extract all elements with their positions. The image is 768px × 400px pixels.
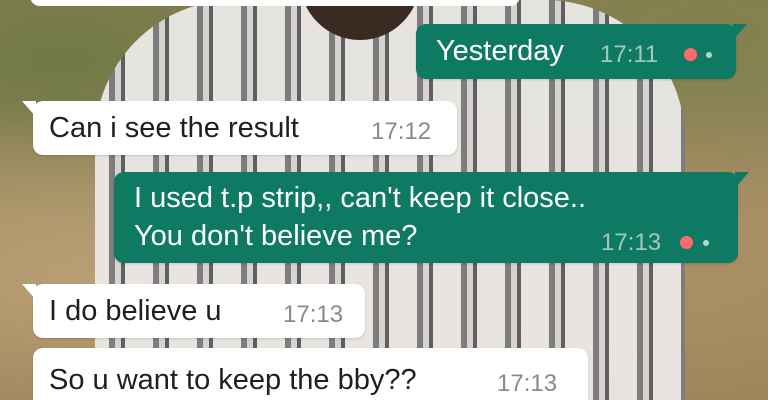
message-bubble-incoming[interactable]: So u want to keep the bby?? 17:13 bbox=[33, 348, 588, 400]
message-bubble-incoming[interactable]: Can i see the result 17:12 bbox=[22, 101, 457, 155]
bubble-tail bbox=[735, 172, 749, 188]
bubble-tail bbox=[22, 101, 36, 117]
message-time: 17:13 bbox=[601, 229, 662, 256]
bubble-tail bbox=[733, 24, 747, 40]
message-bubble-incoming[interactable]: I do believe u 17:13 bbox=[22, 284, 365, 338]
message-status-dot-icon bbox=[684, 48, 697, 61]
message-time: 17:12 bbox=[371, 118, 432, 145]
bubble-tail bbox=[22, 284, 36, 300]
message-status-mini-dot-icon bbox=[703, 240, 709, 246]
message-text: Can i see the result bbox=[49, 112, 299, 144]
message-status-dot-icon bbox=[680, 236, 693, 249]
message-bubble-outgoing[interactable]: Yesterday 17:11 bbox=[416, 24, 747, 79]
message-bubble-outgoing[interactable]: I used t.p strip,, can't keep it close..… bbox=[114, 172, 749, 263]
message-text: I do believe u bbox=[49, 295, 222, 327]
message-time: 17:13 bbox=[497, 370, 558, 397]
partial-message-bubble bbox=[30, 0, 520, 6]
message-text-line: I used t.p strip,, can't keep it close.. bbox=[134, 182, 587, 214]
message-time: 17:13 bbox=[283, 301, 344, 328]
message-time: 17:11 bbox=[600, 41, 659, 68]
chat-screen: Yesterday 17:11 Can i see the result 17:… bbox=[0, 0, 768, 400]
message-text-line: You don't believe me? bbox=[134, 220, 418, 252]
message-text: Yesterday bbox=[436, 35, 564, 67]
message-status-mini-dot-icon bbox=[706, 52, 712, 58]
message-text: So u want to keep the bby?? bbox=[49, 364, 417, 396]
